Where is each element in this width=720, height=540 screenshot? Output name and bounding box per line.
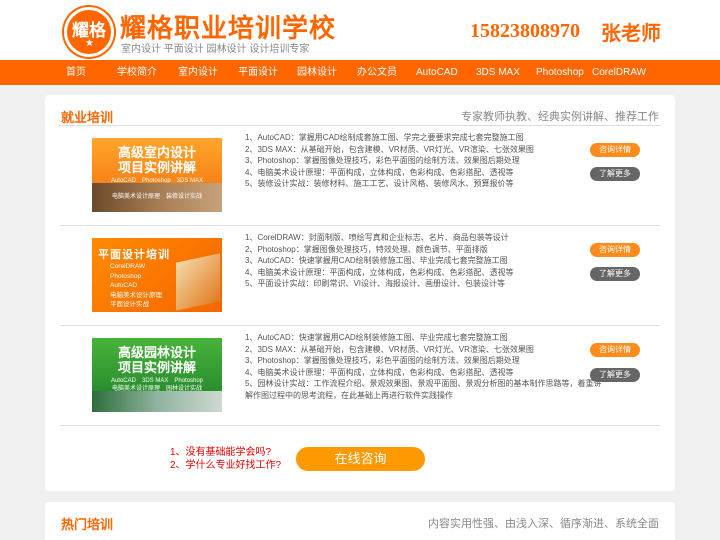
course-divider	[60, 425, 660, 426]
list-item: 2、3DS MAX：从基础开始，包含建模、VR材质、VR灯光、VR渲染、七张效果…	[245, 144, 534, 154]
consult-details-button[interactable]: 咨询详情	[590, 243, 640, 257]
list-item: 1、AutoCAD：快速掌握用CAD绘制装修施工图、毕业完成七套完整施工图	[245, 333, 508, 342]
list-item: 4、电脑美术设计原理：平面构成，立体构成，色彩构成、色彩搭配、透视等	[245, 167, 514, 177]
course-outline: 1、AutoCAD：掌握用CAD绘制成套施工图、学完之要要求完成七套完整施工图 …	[245, 132, 605, 190]
list-item: 2、3DS MAX：从基础开始，包含建模、VR材质、VR灯光、VR渲染、七张效果…	[245, 344, 534, 354]
list-item: 2、Photoshop：掌握图像处理技巧，特效处理、颜色调节、平面排版	[245, 244, 488, 254]
banner-list: CorelDRAW Photoshop AutoCAD 电脑美术设计原理 平面设…	[110, 262, 162, 310]
nav-graphic-design[interactable]: 平面设计	[238, 60, 278, 85]
nav-school-intro[interactable]: 学校简介	[117, 60, 157, 85]
banner-list-item: AutoCAD	[110, 282, 138, 289]
nav-autocad[interactable]: AutoCAD	[416, 60, 458, 85]
course-outline: 1、AutoCAD：快速掌握用CAD绘制装修施工图、毕业完成七套完整施工图 2、…	[245, 332, 605, 401]
banner-decor-image	[176, 253, 220, 311]
banner-list-item: 电脑美术设计原理	[110, 291, 162, 299]
online-consult-button[interactable]: 在线咨询	[296, 447, 425, 471]
list-item: 1、AutoCAD：掌握用CAD绘制成套施工图、学完之要要求完成七套完整施工图	[245, 133, 524, 142]
consult-details-button[interactable]: 咨询详情	[590, 343, 640, 357]
banner-title-line2: 项目实例讲解	[117, 360, 196, 375]
course-outline: 1、CorelDRAW：封面制版、喷绘写真和企业标志、名片、商品包装等设计 2、…	[245, 232, 605, 290]
nav-3dsmax[interactable]: 3DS MAX	[476, 60, 520, 85]
section-slogan: 专家教师执教、经典实例讲解、推荐工作	[461, 111, 659, 123]
nav-garden-design[interactable]: 园林设计	[297, 60, 337, 85]
site-header: 耀格 ★ 耀格职业培训学校 室内设计 平面设计 园林设计 设计培训专家 1582…	[0, 0, 720, 60]
banner-title: 平面设计培训	[98, 249, 170, 261]
learn-more-button[interactable]: 了解更多	[590, 267, 640, 281]
list-item: 3、Photoshop：掌握图像处理技巧，彩色平面图的绘制方法、效果图后期处理	[245, 156, 520, 165]
learn-more-button[interactable]: 了解更多	[590, 167, 640, 181]
list-item: 3、AutoCAD：快速掌握用CAD绘制装修施工图、毕业完成七套完整施工图	[245, 256, 508, 265]
consult-details-button[interactable]: 咨询详情	[590, 143, 640, 157]
section-title: 就业培训	[61, 110, 114, 125]
course-banner-image[interactable]: 高级园林设计 项目实例讲解 AutoCAD 3DS MAX Photoshop …	[92, 338, 222, 412]
course-banner-image[interactable]: 平面设计培训 CorelDRAW Photoshop AutoCAD 电脑美术设…	[92, 238, 222, 312]
banner-list-item: Photoshop	[110, 272, 142, 280]
nav-photoshop[interactable]: Photoshop	[536, 60, 584, 85]
list-item: 5、装修设计实战：装修材料、施工工艺、设计风格、装修风水、预算报价等	[245, 179, 514, 188]
banner-bottom-text: 电脑美术设计原理 装修设计实战	[111, 194, 202, 200]
list-item: 1、CorelDRAW：封面制版、喷绘写真和企业标志、名片、商品包装等设计	[245, 233, 509, 242]
section-slogan: 内容实用性强、由浅入深、循序渐进、系统全面	[428, 518, 659, 530]
banner-photo-strip	[92, 391, 222, 412]
faq-item[interactable]: 2、学什么专业好找工作?	[170, 459, 281, 472]
course-banner-image[interactable]: 高级室内设计 项目实例讲解 AutoCAD Photoshop 3DS MAX …	[92, 138, 222, 212]
hot-training-panel: 热门培训 内容实用性强、由浅入深、循序渐进、系统全面	[45, 502, 675, 540]
site-subtitle: 室内设计 平面设计 园林设计 设计培训专家	[121, 44, 310, 55]
list-item: 4、电脑美术设计原理：平面构成，立体构成，色彩构成、色彩搭配、透视等	[245, 267, 514, 277]
course-interior: 高级室内设计 项目实例讲解 AutoCAD Photoshop 3DS MAX …	[60, 126, 660, 226]
learn-more-button[interactable]: 了解更多	[590, 368, 640, 382]
main-nav: 首页 学校简介 室内设计 平面设计 园林设计 办公文员 AutoCAD 3DS …	[0, 60, 720, 85]
list-item: 5、园林设计实战：工作流程介绍、景观效果图、景观平面图、景观分析图的基本制作思路…	[245, 379, 602, 400]
banner-title-line2: 项目实例讲解	[117, 160, 196, 175]
list-item: 3、Photoshop：掌握图像处理技巧，彩色平面图的绘制方法、效果图后期处理	[245, 356, 520, 365]
logo-star-icon: ★	[85, 38, 94, 49]
contact-teacher: 张老师	[601, 23, 661, 45]
faq-list: 1、没有基础能学会吗? 2、学什么专业好找工作?	[170, 446, 281, 472]
nav-home[interactable]: 首页	[66, 60, 86, 85]
course-graphic: 平面设计培训 CorelDRAW Photoshop AutoCAD 电脑美术设…	[60, 226, 660, 326]
banner-list-item: CorelDRAW	[110, 263, 146, 270]
nav-coreldraw[interactable]: CorelDRAW	[592, 60, 646, 85]
logo-icon[interactable]: 耀格 ★	[64, 7, 114, 57]
list-item: 5、平面设计实战：印刷常识、VI设计、海报设计、画册设计、包装设计等	[245, 279, 506, 288]
section-title: 热门培训	[61, 517, 114, 532]
nav-interior-design[interactable]: 室内设计	[178, 60, 218, 85]
banner-list-item: 平面设计实战	[110, 301, 149, 308]
list-item: 4、电脑美术设计原理：平面构成，立体构成，色彩构成、色彩搭配、透视等	[245, 367, 514, 377]
faq-item[interactable]: 1、没有基础能学会吗?	[170, 446, 281, 459]
contact-phone: 15823808970	[470, 20, 580, 42]
course-garden: 高级园林设计 项目实例讲解 AutoCAD 3DS MAX Photoshop …	[60, 326, 660, 426]
nav-office-clerk[interactable]: 办公文员	[357, 60, 397, 85]
